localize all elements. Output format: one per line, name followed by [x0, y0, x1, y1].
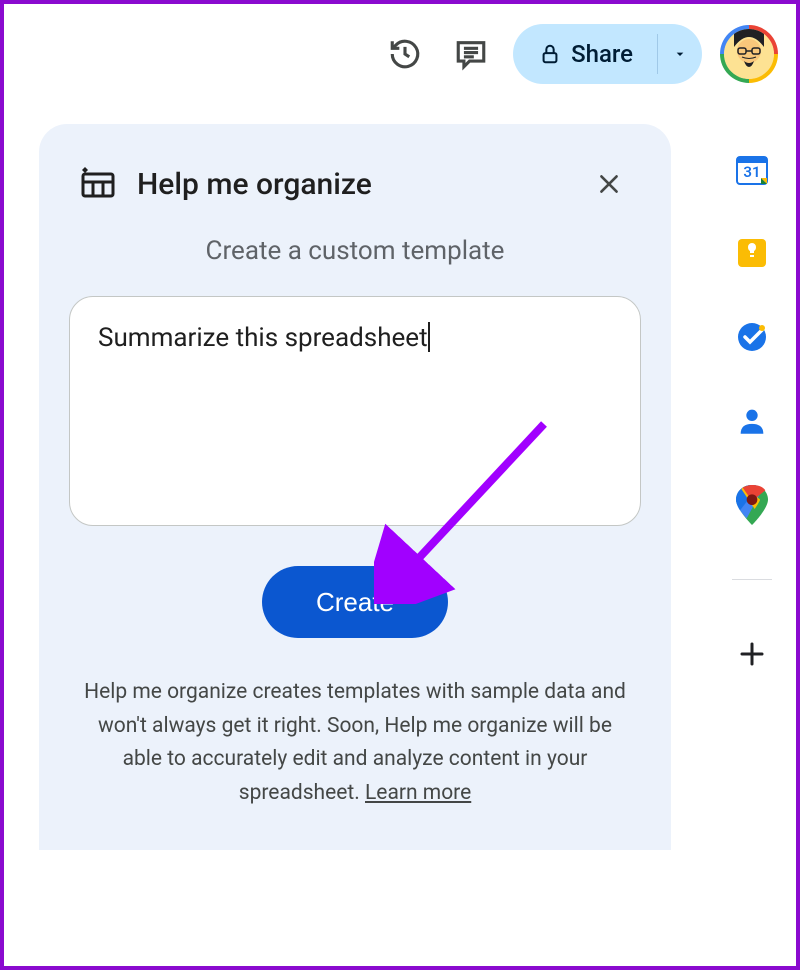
- caret-down-icon: [672, 46, 688, 62]
- close-button[interactable]: [585, 160, 633, 208]
- disclaimer-text: Help me organize creates templates with …: [67, 676, 643, 810]
- share-button-group: Share: [513, 24, 702, 84]
- help-me-organize-panel: Help me organize Create a custom templat…: [39, 124, 671, 850]
- share-button[interactable]: Share: [513, 24, 657, 84]
- calendar-icon[interactable]: 31: [732, 149, 772, 189]
- panel-title: Help me organize: [137, 167, 565, 202]
- side-rail: 31: [722, 149, 782, 674]
- text-cursor: [428, 322, 430, 352]
- comments-icon[interactable]: [447, 30, 495, 78]
- keep-icon[interactable]: [732, 233, 772, 273]
- svg-text:31: 31: [743, 163, 760, 181]
- account-avatar[interactable]: [720, 25, 778, 83]
- create-button[interactable]: Create: [262, 566, 448, 638]
- avatar-image: [724, 29, 774, 79]
- rail-divider: [732, 579, 772, 580]
- share-dropdown-button[interactable]: [658, 24, 702, 84]
- history-icon[interactable]: [381, 30, 429, 78]
- panel-header: Help me organize: [67, 160, 643, 208]
- add-on-icon[interactable]: [732, 634, 772, 674]
- share-label: Share: [571, 40, 633, 68]
- top-toolbar: Share: [381, 24, 778, 84]
- lock-icon: [539, 43, 561, 65]
- tasks-icon[interactable]: [732, 317, 772, 357]
- learn-more-link[interactable]: Learn more: [365, 781, 471, 805]
- prompt-input-text: Summarize this spreadsheet: [98, 323, 428, 353]
- close-icon: [596, 171, 622, 197]
- panel-subtitle: Create a custom template: [67, 236, 643, 266]
- sparkle-table-icon: [77, 162, 117, 206]
- prompt-input[interactable]: Summarize this spreadsheet: [69, 296, 641, 526]
- maps-icon[interactable]: [732, 485, 772, 525]
- contacts-icon[interactable]: [732, 401, 772, 441]
